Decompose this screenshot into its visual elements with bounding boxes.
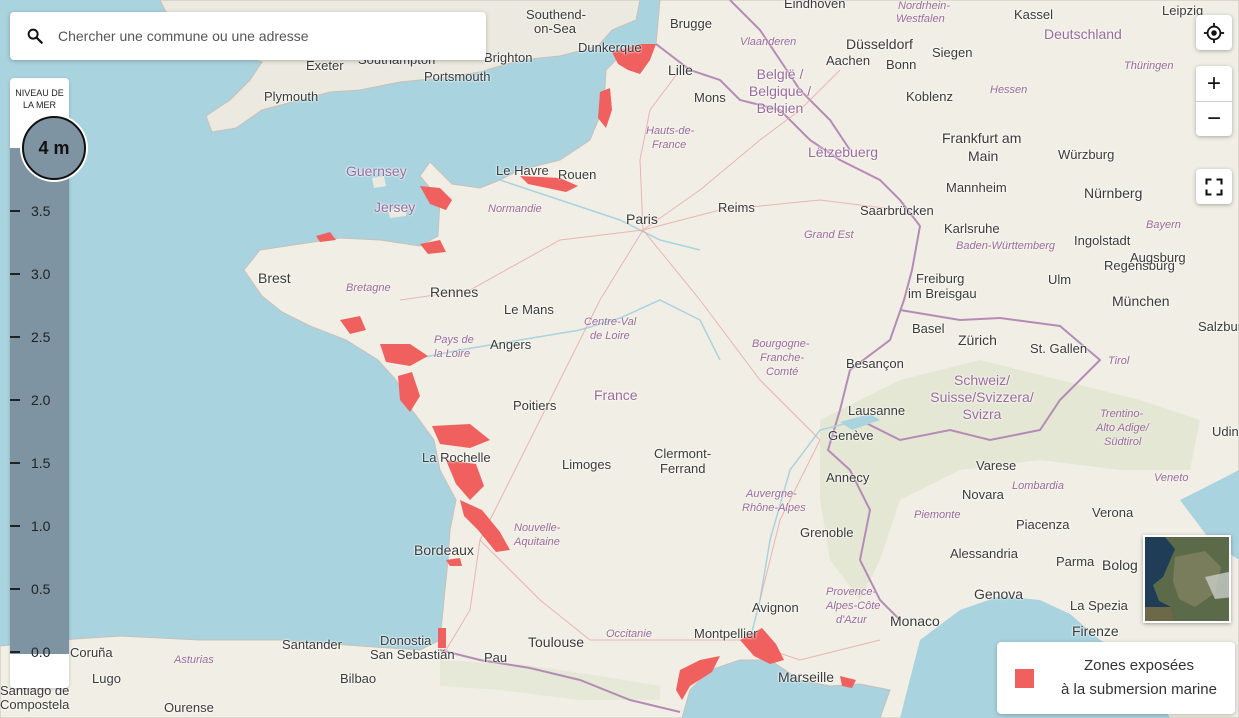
crosshair-icon	[1203, 22, 1225, 43]
slider-track[interactable]: 3.5 3.0 2.5 2.0 1.5 1.0 0.5 0.0	[10, 148, 69, 660]
legend-line1: Zones exposées	[1083, 657, 1195, 674]
tick-label: 1.0	[31, 518, 51, 534]
tick-mark	[10, 651, 20, 653]
tick-label: 0.5	[31, 581, 51, 597]
zoom-in-button[interactable]: +	[1196, 66, 1232, 101]
satellite-thumbnail	[1145, 537, 1229, 621]
tick-mark	[10, 210, 20, 212]
tick-mark	[10, 525, 20, 527]
zoom-out-button[interactable]: −	[1196, 101, 1232, 136]
search-icon	[27, 28, 43, 44]
map-legend: Zones exposées à la submersion marine	[997, 642, 1235, 714]
fullscreen-button[interactable]	[1196, 169, 1232, 204]
tick-mark	[10, 336, 20, 338]
search-box[interactable]	[10, 12, 486, 60]
locate-button[interactable]	[1196, 15, 1232, 50]
map-canvas[interactable]: Exeter Southampton Portsmouth Brighton P…	[0, 0, 1239, 718]
flood-landes	[438, 628, 446, 648]
basemap-switcher[interactable]	[1143, 535, 1231, 623]
tick-mark	[10, 588, 20, 590]
tick-label: 3.0	[31, 266, 51, 282]
legend-line2: à la submersion marine	[1061, 681, 1217, 698]
tick-label: 3.5	[31, 203, 51, 219]
land-guernsey	[372, 176, 386, 188]
tick-label: 2.5	[31, 329, 51, 345]
sea-level-slider[interactable]: NIVEAU DE LA MER 3.5 3.0 2.5 2.0 1.5 1.0…	[10, 78, 86, 688]
tick-mark	[10, 462, 20, 464]
legend-label: Zones exposées à la submersion marine	[1044, 654, 1234, 702]
fullscreen-control[interactable]	[1196, 169, 1232, 204]
slider-title: NIVEAU DE LA MER	[10, 87, 69, 111]
fullscreen-icon	[1205, 177, 1223, 196]
locate-control[interactable]	[1196, 15, 1232, 50]
legend-swatch	[1015, 668, 1034, 688]
search-input[interactable]	[58, 28, 458, 44]
tick-label: 2.0	[31, 392, 51, 408]
tick-label: 0.0	[31, 644, 51, 660]
slider-title-line1: NIVEAU DE	[15, 88, 64, 98]
tick-mark	[10, 273, 20, 275]
zoom-control[interactable]: + −	[1196, 66, 1232, 136]
slider-title-line2: LA MER	[22, 100, 56, 110]
map-base	[0, 0, 1239, 718]
tick-mark	[10, 399, 20, 401]
tick-label: 1.5	[31, 455, 51, 471]
slider-handle[interactable]: 4 m	[22, 116, 86, 180]
